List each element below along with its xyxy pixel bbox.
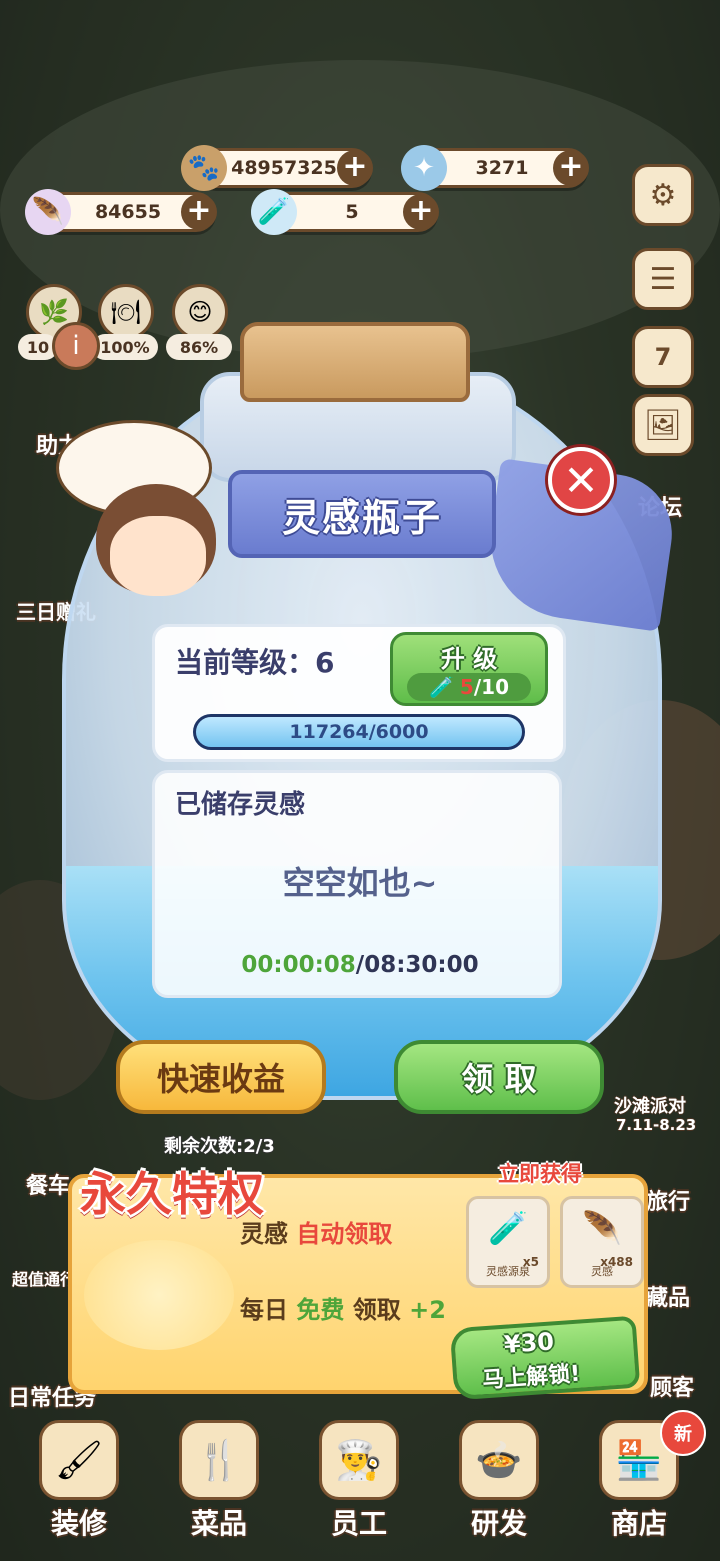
add-inspiration-button[interactable]: + — [181, 194, 217, 230]
add-star-button[interactable]: + — [553, 150, 589, 186]
star-counter: ✦ 3271 + — [401, 145, 589, 191]
level-progress-bar: 117264/6000 — [193, 714, 525, 750]
inspiration-counter: 🪶 84655 + — [25, 189, 217, 235]
pot-icon: 🍲 — [459, 1420, 539, 1500]
bottle-icon: 🧪 — [251, 189, 297, 235]
info-icon[interactable]: i — [52, 322, 100, 370]
stat2-value: 100% — [92, 334, 158, 360]
nav-staff[interactable]: 👨‍🍳 员工 — [304, 1420, 414, 1550]
unlock-price-button[interactable]: ¥30 马上解锁! — [449, 1315, 641, 1401]
postcard-icon[interactable]: 🖼 — [632, 394, 694, 456]
bottle-value: 5 — [345, 201, 359, 223]
banner-character-avatar — [84, 1240, 234, 1350]
nav-research-label: 研发 — [470, 1507, 527, 1540]
privilege-line2: 每日 免费 领取 +2 — [240, 1290, 446, 1325]
level-progress-text: 117264/6000 — [289, 721, 429, 743]
jar-cork — [240, 322, 470, 402]
guest-label[interactable]: 顾客 — [650, 1370, 694, 1402]
calendar-icon[interactable]: 7 — [632, 326, 694, 388]
bottle-counter: 🧪 5 + — [251, 189, 439, 235]
new-badge: 新 — [660, 1410, 706, 1456]
nav-dishes-label: 菜品 — [190, 1507, 247, 1540]
cafeteria-label[interactable]: 餐车 — [26, 1168, 70, 1200]
utensils-icon: 🍴 — [179, 1420, 259, 1500]
settings-gear-icon[interactable]: ⚙ — [632, 164, 694, 226]
upgrade-count: 🧪 5 /10 — [407, 673, 531, 701]
collection-label[interactable]: 藏品 — [646, 1280, 690, 1312]
reward1-name: 灵感源泉 — [486, 1265, 530, 1278]
empty-text: 空空如也~ — [282, 864, 438, 902]
dialog-title: 灵感瓶子 — [281, 495, 442, 540]
coin-counter: 🐾 48957325 + — [181, 145, 373, 191]
line2-prefix: 每日 — [240, 1296, 297, 1324]
reward-inspiration-spring[interactable]: 🧪 x5 灵感源泉 — [466, 1196, 550, 1288]
nav-shop-label: 商店 — [610, 1507, 667, 1540]
reward-inspiration[interactable]: 🪶 x488 灵感 — [560, 1196, 644, 1288]
feather-icon: 🪶 — [25, 189, 71, 235]
privilege-line1: 灵感 自动领取 — [240, 1214, 392, 1249]
bottle-icon: 🧪 — [488, 1209, 528, 1247]
reward2-name: 灵感 — [591, 1265, 613, 1278]
chef-character — [56, 420, 216, 610]
paint-roller-icon: 🖌 — [39, 1420, 119, 1500]
beach-party-dates: 7.11-8.23 — [616, 1116, 697, 1134]
line2-free: 免费 — [296, 1296, 345, 1324]
line2-mid: 领取 — [344, 1296, 410, 1324]
coin-value: 48957325 — [231, 157, 337, 179]
line2-bonus: +2 — [409, 1296, 446, 1324]
line1-prefix: 灵感 — [240, 1220, 297, 1248]
cloche-stat-icon[interactable]: 🍽 — [98, 284, 154, 340]
dialog-title-ribbon: 灵感瓶子 — [228, 470, 496, 558]
upgrade-need: /10 — [473, 675, 509, 699]
nav-decor[interactable]: 🖌 装修 — [24, 1420, 134, 1550]
nav-decor-label: 装修 — [50, 1507, 107, 1540]
stored-title: 已储存灵感 — [175, 790, 306, 820]
sparkle-icon: ✦ — [401, 145, 447, 191]
remaining-count: 剩余次数:2/3 — [164, 1136, 275, 1157]
nav-research[interactable]: 🍲 研发 — [444, 1420, 554, 1550]
inspiration-value: 84655 — [94, 201, 162, 223]
menu-list-icon[interactable]: ☰ — [632, 248, 694, 310]
level-label: 当前等级：6 — [175, 646, 335, 679]
timer-elapsed: 00:00:08 — [241, 952, 356, 978]
add-bottle-button[interactable]: + — [403, 194, 439, 230]
line1-highlight: 自动领取 — [296, 1220, 393, 1248]
claim-button[interactable]: 领 取 — [394, 1040, 604, 1114]
timer-total: /08:30:00 — [355, 952, 479, 978]
get-now-label: 立即获得 — [498, 1162, 582, 1186]
smile-stat-icon[interactable]: 😊 — [172, 284, 228, 340]
upgrade-label: 升 级 — [440, 645, 498, 673]
star-value: 3271 — [475, 157, 529, 179]
feather-icon: 🪶 — [582, 1209, 622, 1247]
travel-label[interactable]: 旅行 — [646, 1184, 690, 1216]
close-icon[interactable]: ✕ — [548, 447, 614, 513]
quick-earnings-button[interactable]: 快速收益 — [116, 1040, 326, 1114]
privilege-title: 永久特权 — [80, 1167, 264, 1221]
chef-hat-icon: 👨‍🍳 — [319, 1420, 399, 1500]
upgrade-have: 5 — [459, 675, 474, 699]
nav-dishes[interactable]: 🍴 菜品 — [164, 1420, 274, 1550]
nav-staff-label: 员工 — [330, 1507, 387, 1540]
value-pass-label[interactable]: 超值通行 — [12, 1266, 76, 1290]
bottle-icon: 🧪 — [429, 675, 454, 699]
add-coin-button[interactable]: + — [337, 150, 373, 186]
stat3-value: 86% — [166, 334, 232, 360]
upgrade-button[interactable]: 升 级 🧪 5 /10 — [390, 632, 548, 706]
timer: 00:00:08/08:30:00 — [0, 952, 720, 978]
paw-coin-icon: 🐾 — [181, 145, 227, 191]
